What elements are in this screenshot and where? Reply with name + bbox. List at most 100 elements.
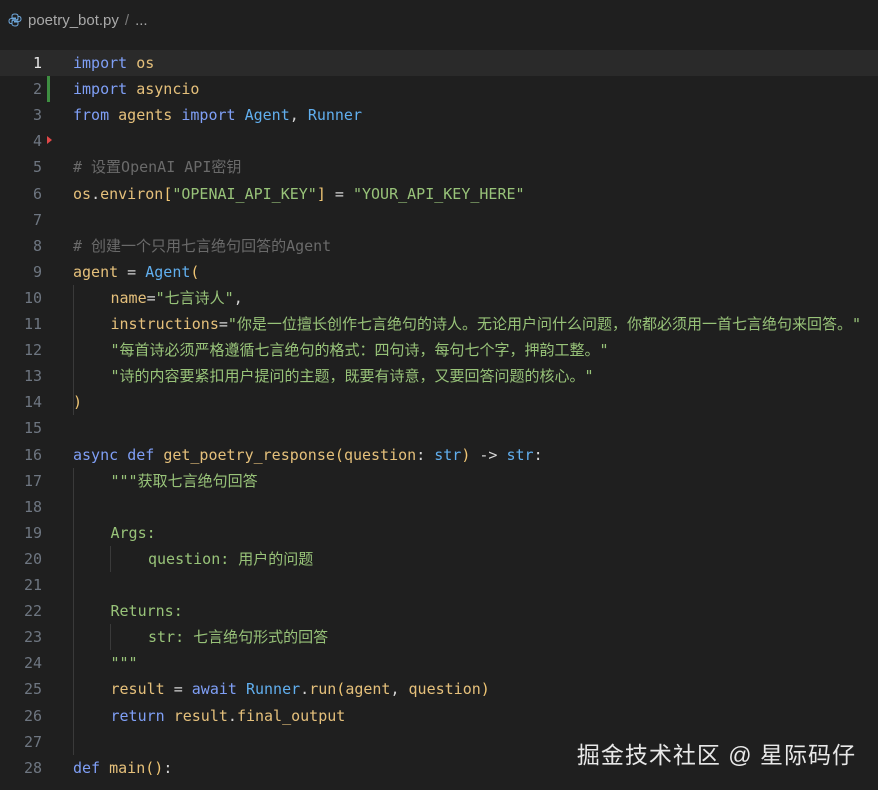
code-line[interactable]: 4 bbox=[0, 128, 878, 154]
code-token: name bbox=[110, 288, 147, 307]
line-number: 14 bbox=[23, 393, 42, 412]
code-token: Agent bbox=[244, 106, 290, 125]
code-token: result bbox=[173, 706, 228, 725]
code-line[interactable]: 1 import os bbox=[0, 50, 878, 76]
code-token: ( bbox=[336, 680, 346, 699]
code-line[interactable]: 8 # 创建一个只用七言绝句回答的Agent bbox=[0, 233, 878, 259]
code-token: question bbox=[408, 680, 481, 699]
code-line[interactable]: 2 import asyncio bbox=[0, 76, 878, 103]
line-number: 7 bbox=[32, 210, 42, 229]
code-line[interactable]: 21 bbox=[0, 572, 878, 598]
code-token: main bbox=[109, 758, 146, 777]
code-line[interactable]: 26 return result.final_output bbox=[0, 703, 878, 729]
line-number: 23 bbox=[23, 628, 42, 647]
code-text: """获取七言绝句回答 bbox=[111, 470, 258, 492]
code-line[interactable]: 13 "诗的内容要紧扣用户提问的主题，既要有诗意，又要回答问题的核心。" bbox=[0, 363, 878, 389]
code-token: : bbox=[163, 758, 173, 777]
line-number: 21 bbox=[23, 576, 42, 594]
line-number: 8 bbox=[32, 236, 42, 255]
code-token: agents bbox=[118, 106, 173, 125]
code-token: result bbox=[110, 680, 165, 699]
line-number: 5 bbox=[32, 158, 42, 177]
code-line[interactable]: 14) bbox=[0, 389, 878, 415]
code-line[interactable]: 22 Returns: bbox=[0, 598, 878, 624]
code-token: : bbox=[533, 445, 543, 464]
code-line[interactable]: 17 """获取七言绝句回答 bbox=[0, 468, 878, 494]
code-token: "每首诗必须严格遵循七言绝句的格式：四句诗，每句七个字，押韵工整。" bbox=[110, 341, 609, 360]
code-text: async def get_poetry_response(question: … bbox=[73, 444, 543, 466]
breadcrumb-more[interactable]: ... bbox=[135, 12, 148, 29]
code-token: () bbox=[145, 758, 164, 777]
code-line[interactable]: 6 os.environ["OPENAI_API_KEY"] = "YOUR_AP… bbox=[0, 181, 878, 207]
line-number: 9 bbox=[32, 262, 42, 281]
code-line[interactable]: 15 bbox=[0, 415, 878, 441]
code-text: question: 用户的问题 bbox=[148, 548, 313, 570]
code-token: os bbox=[136, 54, 155, 72]
code-token: def bbox=[127, 445, 155, 464]
code-line[interactable]: 9 agent = Agent( bbox=[0, 259, 878, 285]
line-number: 15 bbox=[23, 419, 42, 438]
code-line[interactable]: 5 # 设置OpenAI API密钥 bbox=[0, 154, 878, 180]
line-number: 22 bbox=[23, 602, 42, 621]
code-token: question bbox=[343, 445, 417, 464]
code-token: : bbox=[416, 445, 435, 464]
line-number: 19 bbox=[23, 523, 42, 542]
code-line[interactable]: 10 name="七言诗人", bbox=[0, 285, 878, 311]
code-text: import asyncio bbox=[73, 78, 199, 100]
code-token: # 设置OpenAI API密钥 bbox=[73, 158, 242, 177]
code-token: ( bbox=[334, 445, 344, 464]
code-token: final_output bbox=[236, 706, 346, 725]
line-number: 26 bbox=[23, 706, 42, 725]
code-token: Runner bbox=[245, 680, 301, 699]
code-line[interactable]: 25 result = await Runner.run(agent, quest… bbox=[0, 676, 878, 702]
code-token: ( bbox=[190, 262, 200, 281]
code-token: # 创建一个只用七言绝句回答的Agent bbox=[73, 236, 332, 255]
code-text: agent = Agent( bbox=[73, 261, 199, 283]
line-number: 1 bbox=[32, 54, 42, 72]
code-text: os.environ["OPENAI_API_KEY"] = "YOUR_API… bbox=[73, 183, 525, 205]
code-token: import bbox=[73, 80, 128, 99]
code-token: = bbox=[325, 184, 353, 203]
code-token: environ bbox=[100, 184, 164, 203]
code-token: . bbox=[300, 680, 310, 699]
code-line[interactable]: 11 instructions="你是一位擅长创作七言绝句的诗人。无论用户问什么问… bbox=[0, 311, 878, 337]
python-file-icon bbox=[8, 13, 22, 27]
code-line[interactable]: 7 bbox=[0, 207, 878, 233]
code-line[interactable]: 23 str: 七言绝句形式的回答 bbox=[0, 624, 878, 650]
code-token: [ bbox=[163, 184, 173, 203]
code-editor[interactable]: 1 import os 2 import asyncio 3 from agents im… bbox=[0, 50, 878, 790]
code-token: = bbox=[146, 288, 156, 307]
line-number: 12 bbox=[23, 341, 42, 360]
breadcrumb-file[interactable]: poetry_bot.py bbox=[28, 12, 119, 29]
code-line[interactable]: 3 from agents import Agent, Runner bbox=[0, 102, 878, 128]
code-text: name="七言诗人", bbox=[111, 287, 243, 309]
code-text: from agents import Agent, Runner bbox=[73, 104, 362, 126]
breadcrumb-separator: / bbox=[124, 11, 130, 29]
git-modified-marker[interactable] bbox=[47, 76, 50, 103]
code-line[interactable]: 19 Args: bbox=[0, 520, 878, 546]
code-token: os bbox=[73, 184, 92, 203]
code-line[interactable]: 18 bbox=[0, 494, 878, 520]
code-line[interactable]: 12 "每首诗必须严格遵循七言绝句的格式：四句诗，每句七个字，押韵工整。" bbox=[0, 337, 878, 363]
code-text: return result.final_output bbox=[111, 705, 346, 727]
line-number: 13 bbox=[23, 367, 42, 386]
code-text: "每首诗必须严格遵循七言绝句的格式：四句诗，每句七个字，押韵工整。" bbox=[111, 339, 609, 361]
code-token: Agent bbox=[145, 262, 191, 281]
code-line[interactable]: 16 async def get_poetry_response(question… bbox=[0, 442, 878, 468]
line-number: 27 bbox=[23, 732, 42, 751]
code-text: result = await Runner.run(agent, questio… bbox=[111, 678, 490, 700]
code-token: , bbox=[233, 288, 243, 307]
line-number: 4 bbox=[32, 132, 42, 151]
git-deleted-marker[interactable] bbox=[47, 136, 52, 145]
code-line[interactable]: 20 question: 用户的问题 bbox=[0, 546, 878, 572]
code-line[interactable]: 24 """ bbox=[0, 650, 878, 676]
code-token: Args: bbox=[110, 523, 156, 542]
line-number: 24 bbox=[23, 654, 42, 673]
code-token: """获取七言绝句回答 bbox=[110, 471, 258, 490]
code-token: . bbox=[227, 706, 237, 725]
